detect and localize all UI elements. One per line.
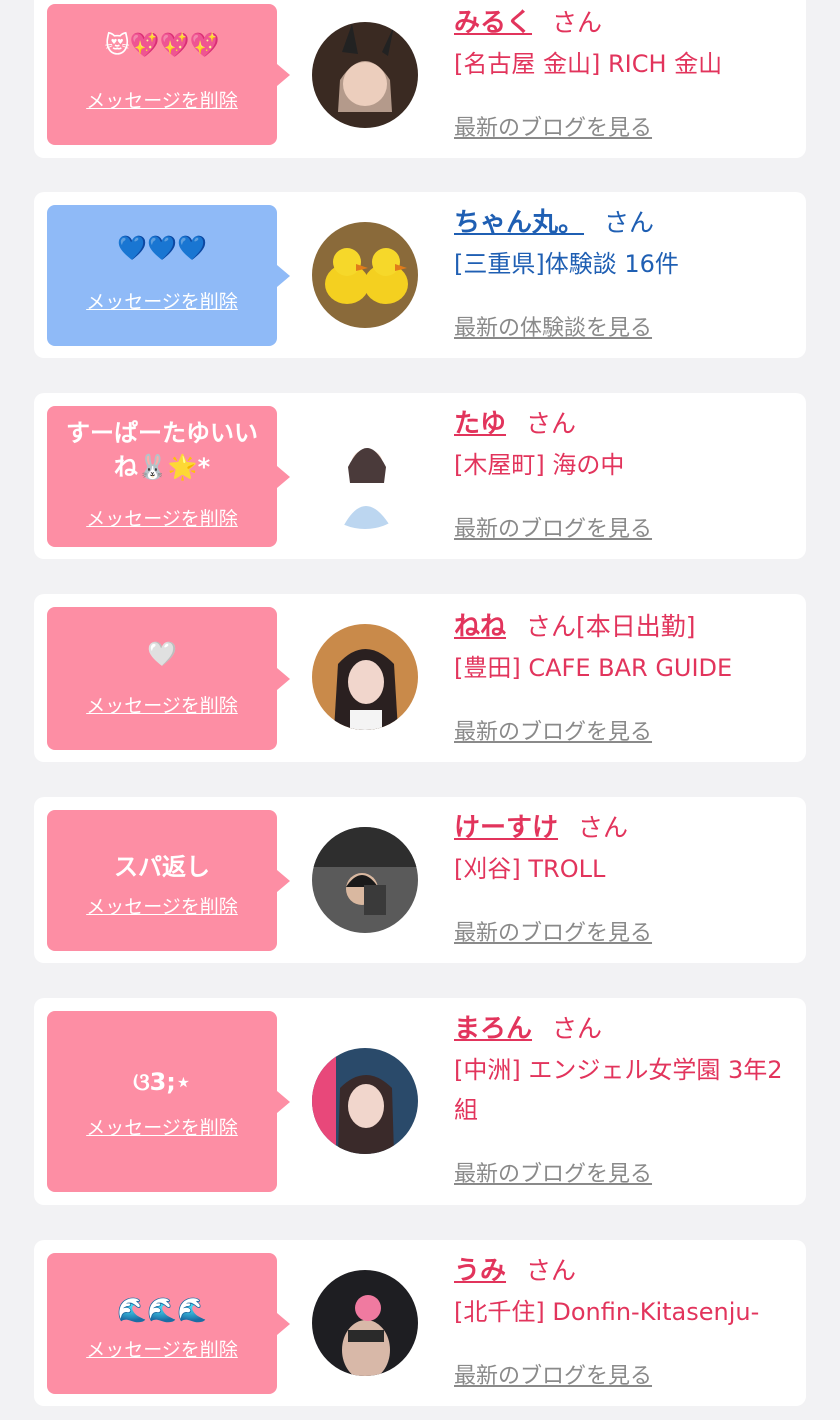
- message-text: ଓ3;⋆: [133, 1068, 191, 1096]
- honorific: さん: [578, 813, 629, 842]
- message-bubble: スパ返し メッセージを削除: [47, 810, 290, 951]
- user-name-link[interactable]: たゆ: [454, 409, 506, 439]
- working-today-status: [本日出勤]: [576, 612, 696, 641]
- latest-blog-link[interactable]: 最新のブログを見る: [454, 110, 652, 142]
- latest-blog-link[interactable]: 最新のブログを見る: [454, 1156, 652, 1188]
- shop-info: [名古屋 金山] RICH 金山: [454, 50, 723, 78]
- user-info: けーすけ さん [刈谷] TROLL: [454, 811, 792, 889]
- favorite-card: スパ返し メッセージを削除 けーすけ さん [刈谷] TROLL 最新のブログを見…: [34, 797, 806, 963]
- favorite-card: すーぱーたゆいいね🐰🌟* メッセージを削除 たゆ さん [木屋町] 海の中 最新の…: [34, 393, 806, 559]
- shop-info: [刈谷] TROLL: [454, 855, 606, 883]
- latest-review-link[interactable]: 最新の体験談を見る: [454, 310, 652, 342]
- favorite-card: 💙💙💙 メッセージを削除 ちゃん丸。 さん [三重県]体験談 16件 最新の体験談…: [34, 192, 806, 358]
- message-bubble: 😻💖💖💖 メッセージを削除: [47, 4, 290, 145]
- honorific: さん: [552, 1014, 603, 1043]
- shop-info: [北千住] Donfin-Kitasenju-: [454, 1298, 760, 1326]
- shop-info: [中洲] エンジェル女学園 3年2組: [454, 1056, 783, 1124]
- user-info: まろん さん [中洲] エンジェル女学園 3年2組: [454, 1012, 792, 1130]
- user-name-link[interactable]: ちゃん丸。: [454, 208, 584, 238]
- latest-blog-link[interactable]: 最新のブログを見る: [454, 511, 652, 543]
- delete-message-link[interactable]: メッセージを削除: [47, 287, 277, 314]
- message-bubble: すーぱーたゆいいね🐰🌟* メッセージを削除: [47, 406, 290, 547]
- message-bubble: 🌊🌊🌊 メッセージを削除: [47, 1253, 290, 1394]
- message-text: 😻💖💖💖: [104, 31, 220, 59]
- shop-info: [三重県]体験談 16件: [454, 250, 679, 278]
- delete-message-link[interactable]: メッセージを削除: [47, 86, 277, 113]
- shop-info: [木屋町] 海の中: [454, 451, 625, 479]
- user-name-link[interactable]: うみ: [454, 1256, 506, 1286]
- user-info: うみ さん [北千住] Donfin-Kitasenju-: [454, 1254, 792, 1332]
- avatar[interactable]: [312, 423, 418, 529]
- avatar[interactable]: [312, 1048, 418, 1154]
- message-text: スパ返し: [114, 853, 210, 881]
- honorific: さん: [552, 8, 603, 37]
- message-text: 🤍: [147, 640, 177, 668]
- latest-blog-link[interactable]: 最新のブログを見る: [454, 915, 652, 947]
- favorite-card: 🤍 メッセージを削除 ねね さん[本日出勤] [豊田] CAFE BAR GUID…: [34, 594, 806, 762]
- honorific: さん: [526, 612, 577, 641]
- honorific: さん: [526, 409, 577, 438]
- message-text: 🌊🌊🌊: [117, 1296, 207, 1324]
- user-name-link[interactable]: けーすけ: [454, 813, 558, 843]
- avatar[interactable]: [312, 827, 418, 933]
- user-info: ちゃん丸。 さん [三重県]体験談 16件: [454, 206, 792, 284]
- user-name-link[interactable]: まろん: [454, 1014, 532, 1044]
- avatar[interactable]: [312, 22, 418, 128]
- message-text: 💙💙💙: [117, 234, 207, 262]
- user-info: みるく さん [名古屋 金山] RICH 金山: [454, 6, 792, 84]
- message-bubble: 🤍 メッセージを削除: [47, 607, 290, 750]
- shop-info: [豊田] CAFE BAR GUIDE: [454, 654, 733, 682]
- honorific: さん: [604, 208, 655, 237]
- message-bubble: ଓ3;⋆ メッセージを削除: [47, 1011, 290, 1192]
- avatar[interactable]: [312, 1270, 418, 1376]
- delete-message-link[interactable]: メッセージを削除: [47, 892, 277, 919]
- honorific: さん: [526, 1256, 577, 1285]
- favorite-card: 🌊🌊🌊 メッセージを削除 うみ さん [北千住] Donfin-Kitasenju…: [34, 1240, 806, 1406]
- delete-message-link[interactable]: メッセージを削除: [47, 504, 277, 531]
- message-text: すーぱーたゆいいね🐰🌟*: [66, 419, 258, 481]
- user-name-link[interactable]: みるく: [454, 8, 532, 38]
- latest-blog-link[interactable]: 最新のブログを見る: [454, 714, 652, 746]
- user-info: たゆ さん [木屋町] 海の中: [454, 407, 792, 485]
- delete-message-link[interactable]: メッセージを削除: [47, 691, 277, 718]
- favorite-card: 😻💖💖💖 メッセージを削除 みるく さん [名古屋 金山] RICH 金山 最新の…: [34, 0, 806, 158]
- delete-message-link[interactable]: メッセージを削除: [47, 1335, 277, 1362]
- avatar[interactable]: [312, 624, 418, 730]
- latest-blog-link[interactable]: 最新のブログを見る: [454, 1358, 652, 1390]
- user-info: ねね さん[本日出勤] [豊田] CAFE BAR GUIDE: [454, 610, 792, 688]
- message-bubble: 💙💙💙 メッセージを削除: [47, 205, 290, 346]
- favorite-card: ଓ3;⋆ メッセージを削除 まろん さん [中洲] エンジェル女学園 3年2組 最…: [34, 998, 806, 1205]
- user-name-link[interactable]: ねね: [454, 612, 506, 642]
- delete-message-link[interactable]: メッセージを削除: [47, 1113, 277, 1140]
- avatar[interactable]: [312, 222, 418, 328]
